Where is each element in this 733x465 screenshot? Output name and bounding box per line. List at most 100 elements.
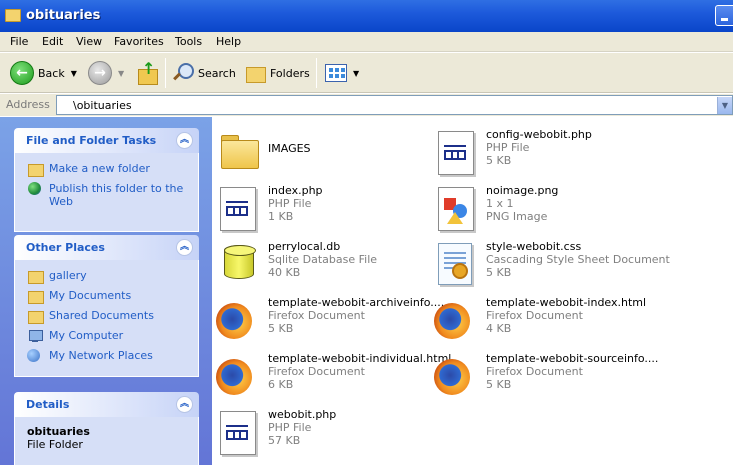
publish-web-icon bbox=[27, 182, 43, 196]
file-name: template-webobit-individual.html bbox=[268, 352, 452, 365]
views-icon bbox=[325, 64, 347, 82]
menu-bar: File Edit View Favorites Tools Help bbox=[0, 32, 733, 52]
views-button[interactable]: ▼ bbox=[325, 59, 359, 87]
menu-favorites[interactable]: Favorites bbox=[114, 35, 164, 48]
image-file-icon bbox=[438, 187, 474, 231]
file-item[interactable]: perrylocal.db Sqlite Database File 40 KB bbox=[212, 233, 452, 285]
php-file-icon bbox=[220, 187, 256, 231]
file-name: template-webobit-sourceinfo.... bbox=[486, 352, 659, 365]
title-bar: obituaries bbox=[0, 0, 733, 32]
forward-button[interactable]: → ▼ bbox=[88, 59, 124, 87]
file-type: Firefox Document bbox=[486, 309, 583, 322]
forward-dropdown-icon[interactable]: ▼ bbox=[118, 69, 124, 78]
file-item[interactable]: index.php PHP File 1 KB bbox=[212, 177, 452, 231]
task-label: Make a new folder bbox=[49, 162, 150, 175]
panel-header[interactable]: Details ︽ bbox=[14, 392, 199, 417]
collapse-icon[interactable]: ︽ bbox=[176, 132, 193, 149]
shared-documents-icon bbox=[27, 309, 44, 324]
menu-file[interactable]: File bbox=[10, 35, 28, 48]
file-item[interactable]: style-webobit.css Cascading Style Sheet … bbox=[430, 233, 670, 285]
file-name: index.php bbox=[268, 184, 323, 197]
minimize-button[interactable] bbox=[715, 5, 733, 26]
panel-header[interactable]: Other Places ︽ bbox=[14, 235, 199, 260]
firefox-icon bbox=[434, 303, 470, 339]
place-my-network-places[interactable]: My Network Places bbox=[27, 349, 153, 363]
place-label: gallery bbox=[49, 269, 87, 282]
panel-title: Other Places bbox=[26, 241, 105, 254]
address-label: Address bbox=[6, 98, 50, 111]
file-item[interactable]: template-webobit-index.html Firefox Docu… bbox=[430, 289, 670, 341]
place-gallery[interactable]: gallery bbox=[27, 269, 87, 284]
back-dropdown-icon[interactable]: ▼ bbox=[71, 69, 77, 78]
file-type: Firefox Document bbox=[486, 365, 583, 378]
place-my-documents[interactable]: My Documents bbox=[27, 289, 132, 304]
search-icon bbox=[172, 62, 194, 84]
collapse-icon[interactable]: ︽ bbox=[176, 396, 193, 413]
other-places-panel: Other Places ︽ gallery My Documents Shar… bbox=[14, 235, 199, 377]
file-item[interactable]: template-webobit-sourceinfo.... Firefox … bbox=[430, 345, 670, 397]
folders-button[interactable]: Folders bbox=[244, 59, 310, 87]
file-item[interactable]: template-webobit-archiveinfo.... Firefox… bbox=[212, 289, 452, 341]
gear-icon bbox=[452, 263, 468, 279]
toolbar-separator bbox=[316, 58, 317, 88]
file-item[interactable]: config-webobit.php PHP File 5 KB bbox=[430, 121, 670, 175]
file-size: 5 KB bbox=[486, 154, 512, 167]
place-label: My Documents bbox=[49, 289, 132, 302]
file-item[interactable]: IMAGES bbox=[212, 121, 452, 173]
file-size: 4 KB bbox=[486, 322, 512, 335]
file-type: PHP File bbox=[268, 421, 312, 434]
file-size: 57 KB bbox=[268, 434, 301, 447]
file-item[interactable]: webobit.php PHP File 57 KB bbox=[212, 401, 452, 455]
panel-body: gallery My Documents Shared Documents My… bbox=[14, 260, 199, 377]
database-icon bbox=[224, 245, 256, 279]
task-make-new-folder[interactable]: Make a new folder bbox=[27, 162, 150, 177]
file-item[interactable]: template-webobit-individual.html Firefox… bbox=[212, 345, 452, 397]
forward-arrow-icon: → bbox=[88, 61, 112, 85]
address-value[interactable]: \obituaries bbox=[73, 99, 132, 112]
details-type: File Folder bbox=[27, 438, 83, 451]
details-name: obituaries bbox=[27, 425, 90, 438]
file-type: PHP File bbox=[268, 197, 312, 210]
file-type: Sqlite Database File bbox=[268, 253, 378, 266]
file-name: noimage.png bbox=[486, 184, 559, 197]
window-title: obituaries bbox=[26, 8, 101, 23]
file-type: PNG Image bbox=[486, 210, 548, 223]
file-item[interactable]: noimage.png 1 x 1 PNG Image bbox=[430, 177, 670, 231]
search-label: Search bbox=[198, 66, 236, 80]
file-type: Firefox Document bbox=[268, 309, 365, 322]
address-dropdown-icon[interactable]: ▼ bbox=[717, 97, 732, 114]
up-folder-button[interactable] bbox=[136, 59, 158, 87]
menu-tools[interactable]: Tools bbox=[175, 35, 202, 48]
task-publish-web[interactable]: Publish this folder to the Web bbox=[27, 182, 192, 208]
my-documents-icon bbox=[27, 289, 44, 304]
address-input[interactable]: \obituaries ▼ bbox=[56, 95, 733, 115]
place-my-computer[interactable]: My Computer bbox=[27, 329, 123, 343]
file-name: config-webobit.php bbox=[486, 128, 592, 141]
firefox-icon bbox=[216, 359, 252, 395]
back-button[interactable]: ← Back ▼ bbox=[10, 59, 77, 87]
details-panel: Details ︽ obituaries File Folder bbox=[14, 392, 199, 465]
place-shared-documents[interactable]: Shared Documents bbox=[27, 309, 154, 324]
panel-body: Make a new folder Publish this folder to… bbox=[14, 153, 199, 232]
file-size: 1 KB bbox=[268, 210, 294, 223]
php-file-icon bbox=[220, 411, 256, 455]
file-size: 5 KB bbox=[486, 266, 512, 279]
task-pane: File and Folder Tasks ︽ Make a new folde… bbox=[0, 117, 212, 465]
folder-icon bbox=[27, 269, 44, 284]
menu-help[interactable]: Help bbox=[216, 35, 241, 48]
menu-edit[interactable]: Edit bbox=[42, 35, 63, 48]
collapse-icon[interactable]: ︽ bbox=[176, 239, 193, 256]
address-bar: Address \obituaries ▼ bbox=[0, 94, 733, 116]
file-list: IMAGES config-webobit.php PHP File 5 KB … bbox=[212, 117, 733, 465]
panel-body: obituaries File Folder bbox=[14, 417, 199, 465]
file-name: template-webobit-index.html bbox=[486, 296, 647, 309]
search-button[interactable]: Search bbox=[172, 59, 236, 87]
menu-view[interactable]: View bbox=[76, 35, 102, 48]
place-label: My Computer bbox=[49, 329, 124, 342]
panel-header[interactable]: File and Folder Tasks ︽ bbox=[14, 128, 199, 153]
firefox-icon bbox=[216, 303, 252, 339]
place-label: Shared Documents bbox=[49, 309, 154, 322]
folder-icon bbox=[221, 133, 259, 169]
views-dropdown-icon[interactable]: ▼ bbox=[353, 69, 359, 78]
toolbar-separator bbox=[165, 58, 166, 88]
